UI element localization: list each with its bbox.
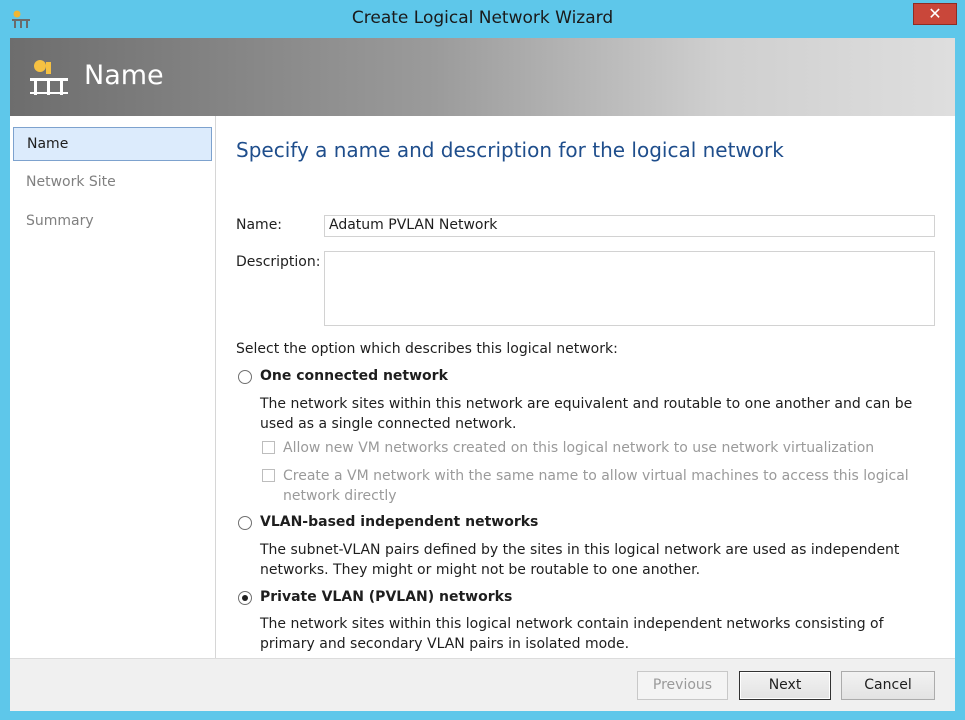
wizard-window: Create Logical Network Wizard ✕ Name Nam… [0, 0, 965, 720]
sidebar-item-name[interactable]: Name [13, 127, 212, 161]
close-button[interactable]: ✕ [913, 3, 957, 25]
checkbox-create-vm-network[interactable] [262, 469, 275, 482]
cancel-button[interactable]: Cancel [841, 671, 935, 700]
next-button[interactable]: Next [739, 671, 831, 700]
wizard-footer: Previous Next Cancel [10, 658, 955, 711]
option-prompt: Select the option which describes this l… [236, 341, 618, 357]
radio-vlan-based-independent[interactable] [238, 516, 252, 530]
page-banner: Name [10, 38, 955, 116]
option-description-private-vlan: The network sites within this logical ne… [260, 616, 884, 652]
checkbox-allow-network-virtualization[interactable] [262, 441, 275, 454]
sidebar-item-summary[interactable]: Summary [13, 205, 212, 239]
wizard-steps-nav: Name Network Site Summary [10, 116, 216, 658]
option-label-private-vlan[interactable]: Private VLAN (PVLAN) networks [260, 589, 512, 605]
wizard-client: Name Name Network Site Summary Specify a… [10, 38, 955, 711]
checkbox-label-network-virtualization: Allow new VM networks created on this lo… [283, 440, 875, 456]
section-heading: Specify a name and description for the l… [236, 138, 784, 162]
option-label-one-connected[interactable]: One connected network [260, 368, 448, 384]
radio-one-connected-network[interactable] [238, 370, 252, 384]
name-field[interactable]: Adatum PVLAN Network [324, 215, 935, 237]
radio-private-vlan[interactable] [238, 591, 252, 605]
description-field[interactable] [324, 251, 935, 326]
main-panel: Specify a name and description for the l… [216, 116, 955, 658]
window-title: Create Logical Network Wizard [351, 8, 614, 28]
close-icon: ✕ [928, 4, 942, 23]
checkbox-label-create-vm-network: Create a VM network with the same name t… [283, 468, 909, 504]
page-title: Name [84, 60, 164, 91]
logical-network-icon [30, 60, 68, 95]
title-bar: Create Logical Network Wizard ✕ [0, 0, 965, 38]
previous-button[interactable]: Previous [637, 671, 728, 700]
option-description-vlan-based: The subnet-VLAN pairs defined by the sit… [260, 542, 900, 578]
option-description-one-connected: The network sites within this network ar… [260, 396, 913, 432]
description-label: Description: [236, 254, 321, 270]
option-label-vlan-based[interactable]: VLAN-based independent networks [260, 514, 538, 530]
sidebar-item-network-site[interactable]: Network Site [13, 166, 212, 200]
name-label: Name: [236, 217, 283, 233]
